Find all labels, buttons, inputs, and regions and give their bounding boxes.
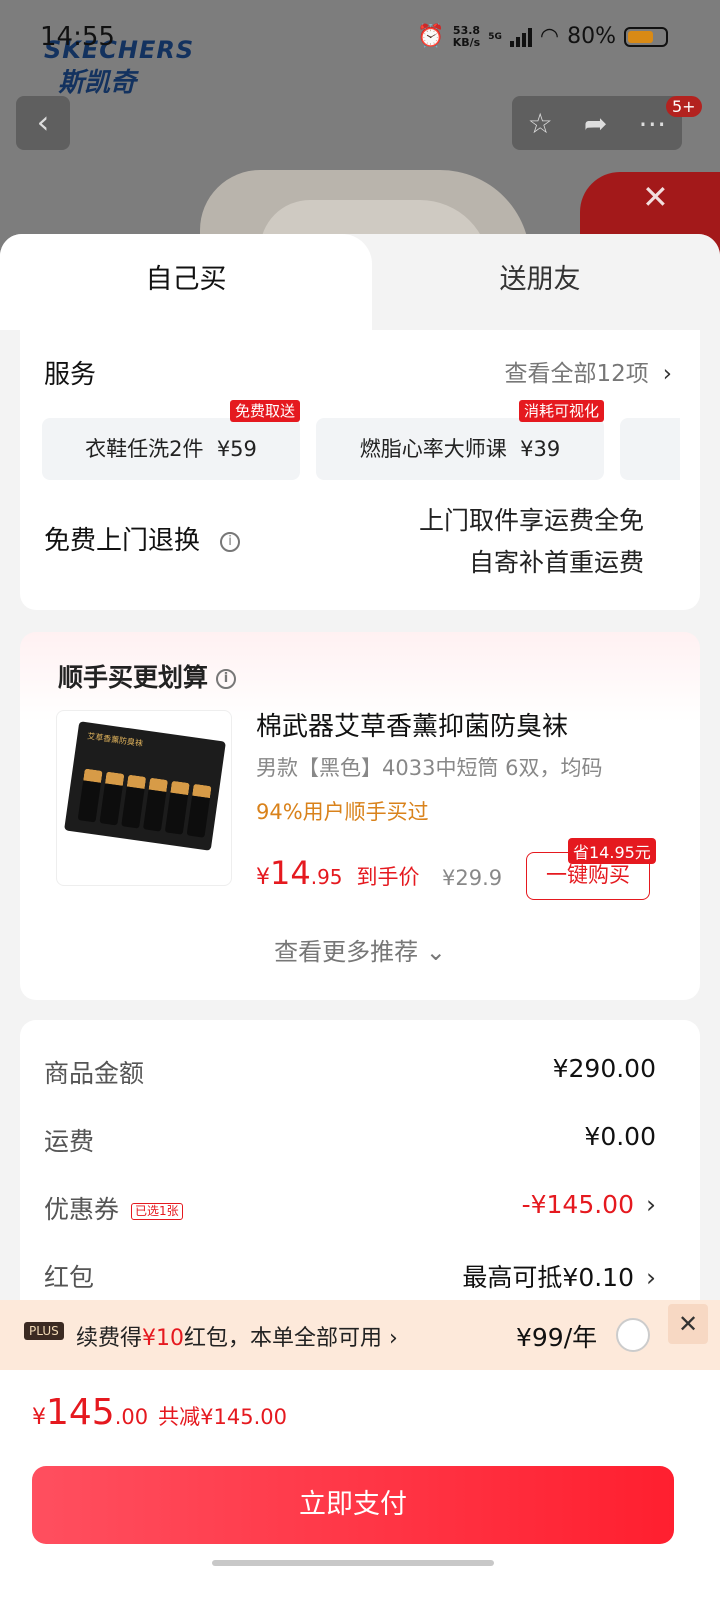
service-chip-fitness-class[interactable]: 燃脂心率大师课 ¥39 消耗可视化 <box>316 400 604 480</box>
chevron-right-icon: › <box>646 1263 656 1292</box>
pay-now-button[interactable]: 立即支付 <box>32 1466 674 1544</box>
close-icon[interactable]: ✕ <box>642 178 669 216</box>
signal-icon <box>509 27 532 47</box>
free-return-title: 免费上门退换 i <box>44 520 241 557</box>
tab-bar: 自己买 送朋友 <box>0 234 720 330</box>
view-all-services-link[interactable]: 查看全部12项 › <box>505 354 672 388</box>
chevron-left-icon: ‹ <box>36 103 50 141</box>
alarm-icon: ⏰ <box>417 24 445 49</box>
service-chip-laundry[interactable]: 衣鞋任洗2件 ¥59 免费取送 <box>42 400 300 480</box>
summary-row-red-packet[interactable]: 红包 最高可抵¥0.10 › <box>44 1258 656 1298</box>
service-badge: 免费取送 <box>229 400 300 422</box>
service-chip-more[interactable] <box>620 418 680 480</box>
battery-icon <box>624 26 668 47</box>
coupon-selected-tag: 已选1张 <box>131 1202 183 1220</box>
chevron-right-icon: › <box>389 1326 398 1351</box>
more-icon[interactable]: ⋯ <box>638 107 666 140</box>
plus-offer-text[interactable]: 续费得¥10红包，本单全部可用 › <box>76 1320 398 1352</box>
summary-row-shipping: 运费 ¥0.00 <box>44 1122 656 1156</box>
summary-row-goods: 商品金额 ¥290.00 <box>44 1054 656 1088</box>
plus-price: ¥99/年 <box>516 1323 598 1352</box>
background-page: SKECHERS 斯凯奇 14:55 ⏰ 53.8 KB/s 5G ◠ 80% … <box>0 0 720 260</box>
service-title: 服务 <box>44 360 97 390</box>
tab-gift-friend[interactable]: 送朋友 <box>360 234 720 330</box>
battery-percent: 80% <box>567 24 616 49</box>
total-price: ¥145.00 共减¥145.00 <box>32 1392 287 1433</box>
summary-row-coupon[interactable]: 优惠券 已选1张 -¥145.00 › <box>44 1190 656 1230</box>
upsell-price: ¥14.95 到手价 <box>256 854 420 892</box>
free-return-detail: 上门取件享运费全免 自寄补首重运费 <box>418 506 644 577</box>
plus-membership-banner[interactable]: PLUS 续费得¥10红包，本单全部可用 › ¥99/年 ✕ <box>0 1300 720 1370</box>
info-icon[interactable]: i <box>216 669 237 689</box>
save-badge: 省14.95元 <box>568 838 656 864</box>
checkout-footer: ¥145.00 共减¥145.00 立即支付 <box>0 1370 720 1600</box>
wifi-icon: ◠ <box>539 24 560 49</box>
product-name[interactable]: 棉武器艾草香薰抑菌防臭袜 <box>256 706 568 743</box>
net-speed: 53.8 KB/s <box>452 23 481 49</box>
share-icon[interactable]: ➦ <box>584 107 607 140</box>
status-time: 14:55 <box>40 22 115 52</box>
total-saved: 共减¥145.00 <box>158 1405 287 1429</box>
plus-select-radio[interactable] <box>616 1318 650 1352</box>
sock-box-image: 艾草香薰防臭袜 <box>64 721 226 851</box>
upsell-card: 顺手买更划算 i 艾草香薰防臭袜 棉武器艾草香薰抑菌防臭袜 男款【黑色】4033中… <box>20 632 700 1000</box>
original-price: ¥29.9 <box>442 866 503 890</box>
star-icon[interactable]: ☆ <box>528 107 553 140</box>
service-card: 服务 查看全部12项 › 衣鞋任洗2件 ¥59 免费取送 燃脂心率大师课 ¥39 … <box>20 330 700 610</box>
notification-badge: 5+ <box>666 96 702 117</box>
network-type: 5G <box>488 31 502 42</box>
upsell-title: 顺手买更划算 i <box>58 658 237 694</box>
more-recommendations-link[interactable]: 查看更多推荐 ⌄ <box>20 932 700 967</box>
tab-buy-for-self[interactable]: 自己买 <box>0 234 372 330</box>
info-icon[interactable]: i <box>220 531 241 552</box>
top-actions: ☆ ➦ ⋯ <box>512 96 682 150</box>
product-spec: 男款【黑色】4033中短筒 6双，均码 <box>256 756 603 780</box>
close-icon[interactable]: ✕ <box>668 1304 708 1344</box>
chevron-right-icon: › <box>662 361 672 387</box>
service-badge: 消耗可视化 <box>518 400 604 422</box>
chevron-down-icon: ⌄ <box>425 938 446 966</box>
home-indicator[interactable] <box>212 1560 494 1566</box>
status-bar: 14:55 ⏰ 53.8 KB/s 5G ◠ 80% <box>0 18 720 58</box>
buy-rate: 94%用户顺手买过 <box>256 800 429 824</box>
back-button[interactable]: ‹ <box>16 96 70 150</box>
chevron-right-icon: › <box>646 1190 656 1219</box>
product-thumbnail[interactable]: 艾草香薰防臭袜 <box>56 710 232 886</box>
plus-logo: PLUS <box>24 1322 64 1340</box>
